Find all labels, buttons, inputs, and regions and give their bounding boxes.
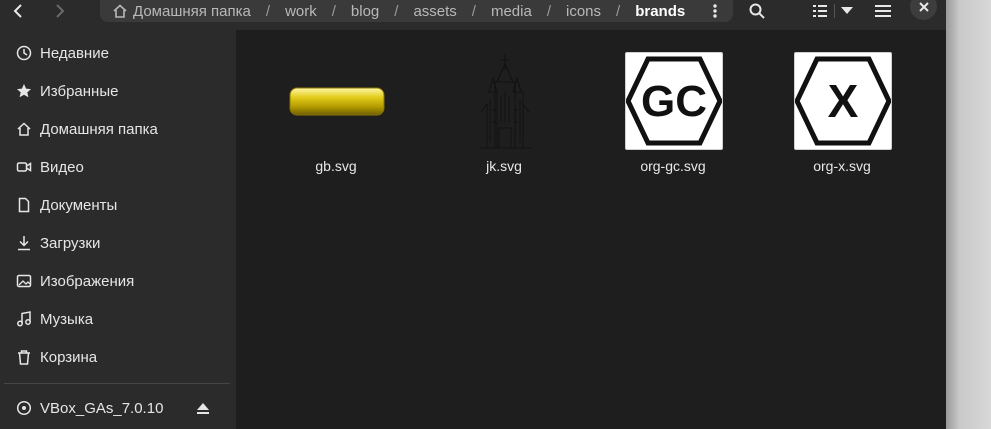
breadcrumb-home[interactable]: Домашняя папка: [112, 3, 251, 20]
gc-logo: GC: [625, 52, 723, 150]
disc-icon: [16, 400, 32, 416]
breadcrumb-icons[interactable]: icons: [566, 3, 601, 20]
sidebar-item-label: Недавние: [40, 44, 109, 62]
file-view: gb.svg jk.svg GC org-gc.svg X org-x.svg: [237, 30, 946, 429]
path-separator: /: [265, 2, 271, 20]
sidebar-separator: [4, 383, 230, 384]
search-button[interactable]: [746, 0, 768, 22]
star-icon: [16, 83, 32, 99]
breadcrumb-blog[interactable]: blog: [351, 3, 379, 20]
sidebar: Недавние Избранные Домашняя папка Видео …: [0, 30, 236, 429]
sidebar-item-videos[interactable]: Видео: [0, 149, 236, 185]
gc-logo-text: GC: [641, 77, 707, 126]
breadcrumb-media[interactable]: media: [491, 3, 532, 20]
kebab-menu-icon: [713, 4, 717, 18]
file-thumbnail: GC: [625, 52, 723, 150]
file-thumbnail: [288, 52, 386, 150]
search-icon: [749, 3, 765, 19]
divider: [833, 4, 835, 18]
eject-icon[interactable]: [196, 401, 210, 415]
sidebar-item-trash[interactable]: Корзина: [0, 339, 236, 375]
file-name: org-x.svg: [813, 158, 871, 174]
file-item[interactable]: X org-x.svg: [767, 52, 917, 182]
clock-icon: [16, 45, 32, 61]
list-view-icon: [812, 5, 827, 17]
hamburger-menu-icon: [875, 5, 891, 17]
document-icon: [16, 197, 32, 213]
path-separator: /: [616, 2, 621, 20]
file-name: gb.svg: [315, 158, 357, 174]
gold-bar-icon: [289, 87, 385, 116]
sidebar-item-documents[interactable]: Документы: [0, 187, 236, 223]
breadcrumb-current[interactable]: brands: [635, 3, 685, 20]
sidebar-item-label: Домашняя папка: [40, 120, 158, 138]
path-separator: /: [471, 2, 476, 20]
sidebar-item-downloads[interactable]: Загрузки: [0, 225, 236, 261]
main-menu-button[interactable]: [873, 0, 893, 22]
sidebar-item-music[interactable]: Музыка: [0, 301, 236, 337]
breadcrumb-assets[interactable]: assets: [413, 3, 456, 20]
back-button[interactable]: [4, 0, 34, 22]
sidebar-item-recent[interactable]: Недавние: [0, 35, 236, 71]
chevron-left-icon: [13, 4, 22, 18]
sidebar-item-label: Корзина: [40, 348, 98, 366]
chevron-right-icon: [56, 4, 65, 18]
breadcrumb-home-label: Домашняя папка: [133, 2, 251, 20]
x-logo-text: X: [828, 75, 859, 127]
sidebar-item-label: Документы: [40, 196, 118, 214]
file-name: org-gc.svg: [640, 158, 706, 174]
sidebar-item-label: Избранные: [40, 82, 119, 100]
breadcrumb-work[interactable]: work: [285, 3, 317, 20]
video-icon: [16, 159, 32, 175]
home-icon: [16, 121, 32, 137]
sidebar-item-starred[interactable]: Избранные: [0, 73, 236, 109]
file-name: jk.svg: [486, 158, 522, 174]
forward-button[interactable]: [44, 0, 74, 22]
path-separator: /: [331, 2, 336, 20]
sidebar-item-label: VBox_GAs_7.0.10: [40, 399, 164, 417]
path-bar: Домашняя папка / work / blog / assets / …: [100, 0, 733, 22]
file-manager-window: Домашняя папка / work / blog / assets / …: [0, 0, 946, 429]
file-item[interactable]: gb.svg: [261, 52, 411, 182]
file-item[interactable]: GC org-gc.svg: [598, 52, 748, 182]
file-thumbnail: X: [794, 52, 892, 150]
header-bar: Домашняя папка / work / blog / assets / …: [0, 0, 946, 30]
caret-down-icon: [840, 7, 853, 14]
cathedral-sketch-icon: [479, 54, 531, 149]
trash-icon: [16, 349, 32, 365]
sidebar-item-home[interactable]: Домашняя папка: [0, 111, 236, 147]
desktop-background: [946, 0, 991, 429]
sidebar-item-label: Музыка: [40, 310, 94, 328]
sidebar-item-label: Загрузки: [40, 234, 101, 252]
file-item[interactable]: jk.svg: [429, 52, 579, 182]
sidebar-item-pictures[interactable]: Изображения: [0, 263, 236, 299]
download-icon: [16, 235, 32, 251]
close-icon: [918, 1, 929, 12]
sidebar-item-device[interactable]: VBox_GAs_7.0.10: [0, 390, 236, 426]
x-logo: X: [794, 52, 892, 150]
file-thumbnail: [456, 52, 554, 150]
path-menu-button[interactable]: [703, 0, 727, 22]
path-separator: /: [546, 2, 551, 20]
sidebar-item-label: Изображения: [40, 272, 135, 290]
music-icon: [16, 311, 32, 327]
sidebar-item-label: Видео: [40, 158, 84, 176]
home-icon: [113, 4, 127, 18]
image-icon: [16, 273, 32, 289]
view-options-button[interactable]: [810, 0, 854, 22]
close-window-button[interactable]: [910, 0, 937, 20]
path-separator: /: [394, 2, 399, 20]
